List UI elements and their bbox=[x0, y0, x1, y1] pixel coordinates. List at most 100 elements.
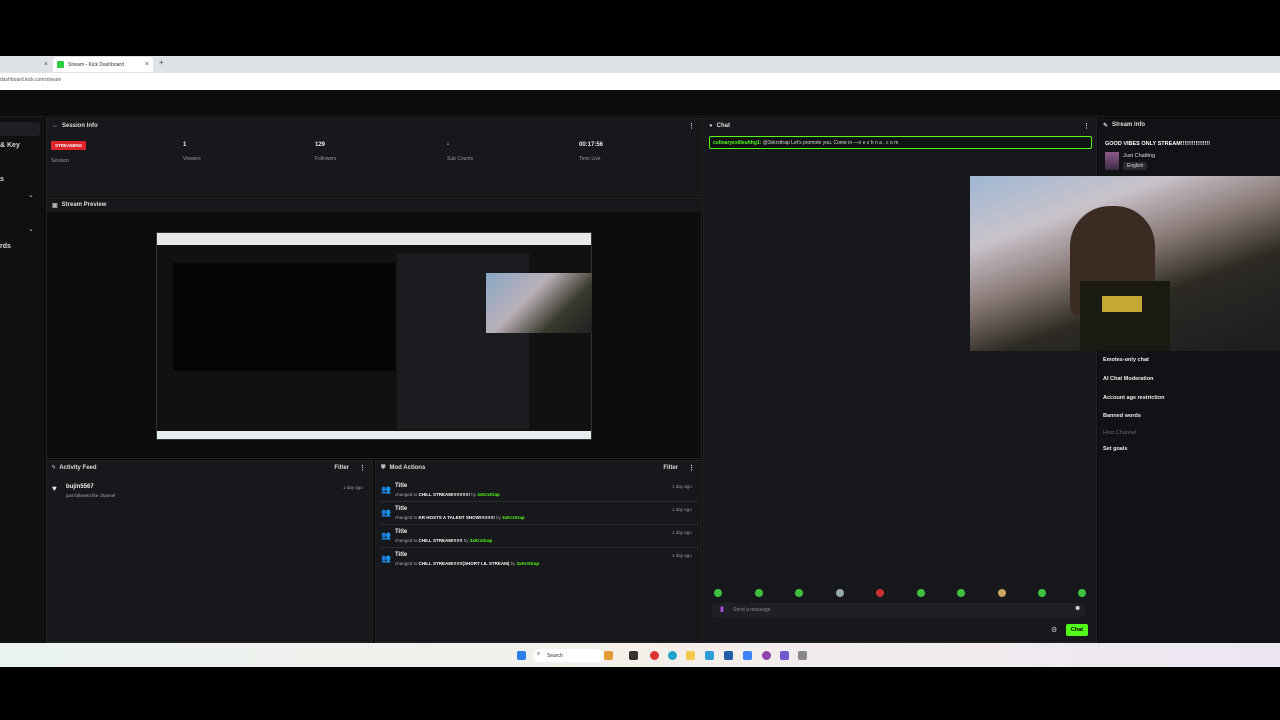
emote-icon[interactable] bbox=[917, 589, 925, 597]
emote-icon[interactable] bbox=[836, 589, 844, 597]
webcam-feed bbox=[970, 176, 1280, 351]
taskbar-search-label: Search bbox=[547, 653, 563, 659]
mod-action-detail: changed to CHILL STREAM!!!!!!!(SHORT LIL… bbox=[395, 561, 540, 566]
mod-action-row: 👥 Title changed to CHILL STREAM!!!!!!!!!… bbox=[380, 480, 698, 502]
chat-input-placeholder[interactable]: Send a message bbox=[733, 607, 771, 613]
new-tab-button[interactable]: + bbox=[159, 58, 164, 67]
users-icon: 👥 bbox=[381, 485, 391, 494]
emote-icon[interactable] bbox=[876, 589, 884, 597]
microphone-icon[interactable]: ▮ bbox=[720, 605, 724, 613]
sidebar-active-highlight bbox=[0, 122, 40, 136]
language-tag: English bbox=[1123, 162, 1148, 170]
mod-action-title: Title bbox=[395, 506, 408, 512]
emote-icon[interactable] bbox=[755, 589, 763, 597]
chat-header: ● Chat ⋮ bbox=[704, 119, 1096, 133]
mail-icon[interactable] bbox=[743, 651, 752, 660]
windows-start-icon[interactable] bbox=[517, 651, 526, 660]
category-thumbnail bbox=[1105, 152, 1119, 170]
settings-gear-icon[interactable]: ⚙ bbox=[1051, 626, 1057, 634]
setting-set-goals[interactable]: Set goals bbox=[1103, 446, 1127, 452]
setting-emotes-only[interactable]: Emotes-only chat bbox=[1103, 357, 1149, 363]
more-options-icon[interactable]: ⋮ bbox=[1083, 122, 1090, 130]
store-icon[interactable] bbox=[705, 651, 714, 660]
stream-preview-header: ▣ Stream Preview bbox=[47, 198, 701, 212]
kick-favicon-icon bbox=[57, 61, 64, 68]
activity-feed-title: Activity Feed bbox=[59, 465, 97, 471]
captured-webcam bbox=[486, 273, 592, 333]
mod-action-title: Title bbox=[395, 529, 408, 535]
emote-icon[interactable] bbox=[1038, 589, 1046, 597]
tab-title: Stream - Kick Dashboard bbox=[68, 61, 124, 68]
streaming-badge: STREAMING bbox=[51, 141, 86, 150]
activity-filter-button[interactable]: Filter bbox=[334, 465, 349, 471]
emote-icon[interactable] bbox=[795, 589, 803, 597]
stat-value-time-live: 00:17:56 bbox=[579, 142, 604, 148]
mod-action-detail: changed to CHILL STREAM!!!!!!! by 3xKrxt… bbox=[395, 538, 493, 543]
app-icon[interactable] bbox=[762, 651, 771, 660]
session-info-title: Session Info bbox=[62, 123, 98, 129]
pinned-message-text: @3xkrxttrap Let's promote you. Come in —… bbox=[762, 140, 899, 146]
browser-tab-previous[interactable]: × bbox=[0, 57, 52, 72]
setting-banned-words[interactable]: Banned words bbox=[1103, 413, 1141, 419]
mod-action-title: Title bbox=[395, 552, 408, 558]
more-options-icon[interactable]: ⋮ bbox=[688, 122, 695, 130]
feed-user[interactable]: bujin5567 bbox=[66, 484, 94, 490]
sidebar-item-partial[interactable]: s bbox=[0, 176, 4, 183]
mod-filter-button[interactable]: Filter bbox=[663, 465, 678, 471]
chat-input[interactable]: ▮ Send a message ☻ bbox=[712, 603, 1085, 617]
shirt-logo bbox=[1102, 296, 1142, 312]
setting-account-age[interactable]: Account age restriction bbox=[1103, 395, 1164, 401]
stream-video-frame[interactable] bbox=[156, 232, 592, 440]
heart-icon: ♥ bbox=[52, 484, 57, 493]
chevron-down-icon[interactable]: ⌄ bbox=[28, 191, 34, 199]
activity-feed-panel: ϟ Activity Feed Filter ⋮ bbox=[46, 460, 373, 643]
stream-title-text[interactable]: GOOD VIBES ONLY STREAM!!!!!!!!!!!!!!!! bbox=[1105, 141, 1210, 147]
stat-label-viewers: Viewers bbox=[183, 156, 201, 162]
close-tab-icon[interactable]: × bbox=[145, 61, 153, 68]
emote-icon[interactable] bbox=[714, 589, 722, 597]
setting-host-channel[interactable]: Host Channel bbox=[1103, 430, 1136, 436]
shield-icon: ⛊ bbox=[381, 464, 386, 471]
emoji-icon[interactable]: ☻ bbox=[1074, 605, 1081, 612]
mod-action-title: Title bbox=[395, 483, 408, 489]
emote-icon[interactable] bbox=[1078, 589, 1086, 597]
address-bar[interactable] bbox=[0, 73, 1280, 90]
edge-icon[interactable] bbox=[668, 651, 677, 660]
mod-action-row: 👥 Title changed to CHILL STREAM!!!!!!!(S… bbox=[380, 549, 698, 571]
lightning-icon: ϟ bbox=[52, 465, 56, 471]
stream-preview-title: Stream Preview bbox=[61, 202, 107, 208]
stat-value-subs: - bbox=[447, 142, 449, 148]
app-icon[interactable] bbox=[724, 651, 733, 660]
app-icon[interactable] bbox=[798, 651, 807, 660]
send-chat-button[interactable]: Chat bbox=[1066, 624, 1088, 636]
close-tab-icon[interactable]: × bbox=[44, 61, 52, 68]
category-name[interactable]: Just Chatting bbox=[1123, 153, 1155, 159]
sidebar-item-stream-key[interactable]: & Key bbox=[0, 142, 20, 149]
pinned-message[interactable]: culinaryexilleuhhg1: @3xkrxttrap Let's p… bbox=[709, 136, 1092, 149]
mod-action-detail: changed to CHILL STREAM!!!!!!!!!!!! by 3… bbox=[395, 492, 500, 497]
mod-action-row: 👥 Title changed to CHILL STREAM!!!!!!! b… bbox=[380, 526, 698, 548]
browser-tab-active[interactable]: Stream - Kick Dashboard × bbox=[53, 57, 153, 72]
taskbar-search[interactable]: ⌕ Search bbox=[533, 649, 603, 662]
widgets-icon[interactable] bbox=[604, 651, 613, 660]
more-options-icon[interactable]: ⋮ bbox=[359, 464, 366, 472]
chrome-icon[interactable] bbox=[650, 651, 659, 660]
mod-action-time: 1 day ago bbox=[672, 530, 692, 535]
sidebar-item-rewards[interactable]: rds bbox=[0, 243, 11, 250]
url-text[interactable]: dashboard.kick.com/stream bbox=[0, 77, 61, 83]
mod-action-row: 👥 Title changed to KR HOSTS A TALENT SHO… bbox=[380, 503, 698, 525]
app-icon[interactable] bbox=[780, 651, 789, 660]
setting-ai-moderation[interactable]: AI Chat Moderation bbox=[1103, 376, 1153, 382]
users-icon: 👥 bbox=[381, 554, 391, 563]
task-view-icon[interactable] bbox=[629, 651, 638, 660]
chevron-down-icon[interactable]: ⌄ bbox=[28, 225, 34, 233]
emote-icon[interactable] bbox=[998, 589, 1006, 597]
mod-actions-title: Mod Actions bbox=[389, 465, 426, 471]
emote-icon[interactable] bbox=[957, 589, 965, 597]
mod-action-time: 1 day ago bbox=[672, 484, 692, 489]
stat-value-followers: 129 bbox=[315, 142, 326, 148]
more-options-icon[interactable]: ⋮ bbox=[688, 464, 695, 472]
search-icon: ⌕ bbox=[537, 651, 541, 657]
pinned-message-user[interactable]: culinaryexilleuhhg1: bbox=[713, 140, 761, 146]
file-explorer-icon[interactable] bbox=[686, 651, 695, 660]
